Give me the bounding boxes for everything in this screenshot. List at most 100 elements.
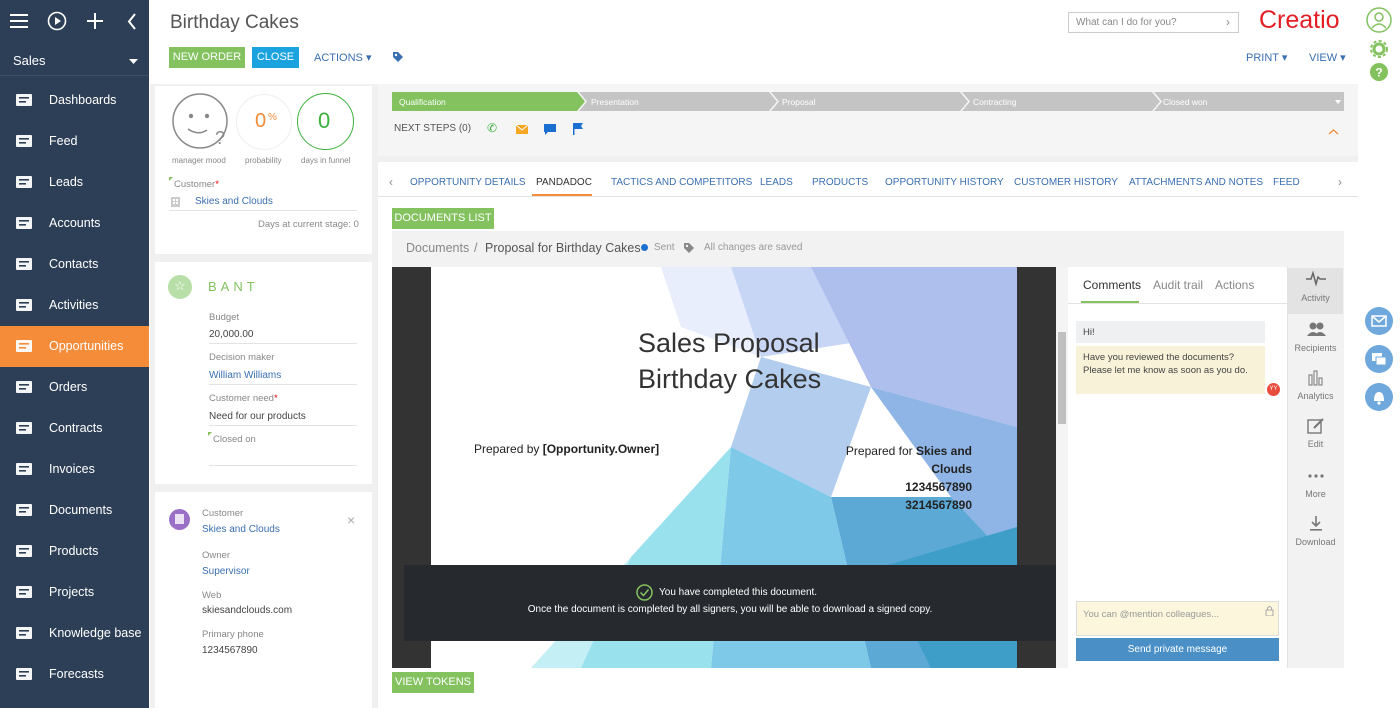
stage-contracting[interactable]: Contracting	[973, 97, 1016, 107]
collapse-icon[interactable]	[1328, 129, 1339, 135]
card-customer-link[interactable]: Skies and Clouds	[202, 524, 280, 535]
sidebar-item-label: Opportunities	[49, 339, 124, 353]
probability-gauge: 0 %	[236, 94, 292, 150]
add-icon[interactable]	[87, 13, 103, 29]
sidebar-item-label: Activities	[49, 298, 99, 312]
tab-audit-trail[interactable]: Audit trail	[1153, 278, 1203, 292]
tool-edit[interactable]: Edit	[1288, 416, 1343, 449]
completed-title: You have completed this document.	[659, 587, 818, 598]
tabs-scroll-right-icon[interactable]: ›	[1338, 175, 1342, 189]
tool-more[interactable]: More	[1288, 466, 1343, 499]
tool-activity[interactable]: Activity	[1288, 270, 1343, 303]
sidebar-item-contracts[interactable]: Contracts	[0, 408, 149, 449]
stage-qualification[interactable]: Qualification	[399, 97, 446, 107]
tool-analytics[interactable]: Analytics	[1288, 368, 1343, 401]
new-order-button[interactable]: NEW ORDER	[169, 47, 245, 68]
status-dot-icon	[641, 244, 648, 251]
user-profile-icon[interactable]	[1366, 7, 1392, 33]
tabs-scroll-left-icon[interactable]: ‹	[389, 175, 393, 189]
sidebar-item-forecasts[interactable]: Forecasts	[0, 654, 149, 695]
tab-actions[interactable]: Actions	[1215, 278, 1254, 292]
sidebar: Sales Dashboards Feed Leads Accounts Contact…	[0, 0, 149, 708]
viewer-scrollbar[interactable]	[1056, 267, 1068, 668]
print-menu[interactable]: PRINT ▾	[1246, 51, 1287, 64]
chevron-left-icon[interactable]	[127, 13, 137, 30]
chat-icon[interactable]	[1365, 345, 1393, 373]
gear-icon[interactable]	[1370, 40, 1388, 58]
lock-icon[interactable]	[1265, 605, 1274, 616]
sidebar-item-invoices[interactable]: Invoices	[0, 449, 149, 490]
tab-opportunity-history[interactable]: OPPORTUNITY HISTORY	[885, 177, 1004, 188]
sidebar-toolbar	[0, 0, 149, 44]
phone-call-icon[interactable]: ✆	[487, 121, 497, 135]
documents-list-button[interactable]: DOCUMENTS LIST	[392, 208, 494, 229]
section-selector[interactable]: Sales	[0, 46, 149, 76]
notification-bell-icon[interactable]	[1365, 383, 1393, 411]
customer-link[interactable]: Skies and Clouds	[195, 196, 273, 207]
sidebar-item-dashboards[interactable]: Dashboards	[0, 80, 149, 121]
knowledge-base-icon	[14, 624, 36, 642]
account-icon	[169, 509, 190, 530]
help-icon[interactable]: ?	[1370, 63, 1388, 81]
customer-need-field[interactable]: Need for our products	[209, 411, 357, 426]
recipients-icon	[1306, 322, 1326, 336]
actions-menu[interactable]: ACTIONS ▾	[314, 51, 371, 64]
email-icon[interactable]	[1365, 307, 1393, 335]
more-icon	[1307, 474, 1324, 478]
proposal-title: Sales Proposal Birthday Cakes	[638, 328, 822, 394]
sidebar-item-opportunities[interactable]: Opportunities	[0, 326, 149, 367]
tab-tactics-and-competitors[interactable]: TACTICS AND COMPETITORS	[611, 177, 752, 188]
sidebar-item-projects[interactable]: Projects	[0, 572, 149, 613]
tab-leads[interactable]: LEADS	[760, 177, 793, 188]
sidebar-item-products[interactable]: Products	[0, 531, 149, 572]
close-icon[interactable]: ×	[347, 512, 355, 528]
stage-closed-won[interactable]: Closed won	[1163, 97, 1207, 107]
tab-pandadoc[interactable]: PANDADOC	[536, 177, 592, 188]
sidebar-item-activities[interactable]: Activities	[0, 285, 149, 326]
tab-attachments-and-notes[interactable]: ATTACHMENTS AND NOTES	[1129, 177, 1263, 188]
budget-field[interactable]: 20,000.00	[209, 329, 357, 344]
tool-label: Activity	[1301, 293, 1330, 303]
tag-icon[interactable]	[683, 242, 695, 254]
sidebar-item-knowledge-base[interactable]: Knowledge base	[0, 613, 149, 654]
divider	[169, 210, 357, 211]
decision-maker-link[interactable]: William Williams	[209, 370, 357, 385]
breadcrumb-separator: /	[474, 241, 478, 255]
close-button[interactable]: CLOSE	[252, 47, 299, 68]
tool-recipients[interactable]: Recipients	[1288, 320, 1343, 353]
breadcrumb-documents[interactable]: Documents	[406, 241, 469, 255]
tab-feed[interactable]: FEED	[1273, 177, 1300, 188]
download-icon	[1309, 516, 1322, 531]
sidebar-item-leads[interactable]: Leads	[0, 162, 149, 203]
sidebar-item-contacts[interactable]: Contacts	[0, 244, 149, 285]
stage-presentation[interactable]: Presentation	[591, 97, 639, 107]
play-icon[interactable]	[47, 11, 67, 31]
tool-download[interactable]: Download	[1288, 514, 1343, 547]
sidebar-item-documents[interactable]: Documents	[0, 490, 149, 531]
closed-on-field[interactable]	[209, 452, 357, 466]
owner-label: Owner	[202, 550, 230, 561]
sidebar-item-orders[interactable]: Orders	[0, 367, 149, 408]
email-task-icon[interactable]	[516, 125, 528, 134]
completed-message: Once the document is completed by all si…	[527, 604, 933, 615]
manager-mood-icon[interactable]: ?	[171, 92, 231, 152]
sidebar-item-feed[interactable]: Feed	[0, 121, 149, 162]
tab-customer-history[interactable]: CUSTOMER HISTORY	[1014, 177, 1118, 188]
search-box[interactable]: What can I do for you? ›	[1068, 12, 1239, 33]
tag-icon[interactable]	[392, 51, 404, 63]
send-private-message-button[interactable]: Send private message	[1076, 638, 1279, 661]
view-tokens-button[interactable]: VIEW TOKENS	[392, 672, 474, 693]
scrollbar-thumb[interactable]	[1058, 332, 1066, 424]
tab-products[interactable]: PRODUCTS	[812, 177, 868, 188]
flag-icon[interactable]	[573, 123, 583, 135]
view-menu[interactable]: VIEW ▾	[1309, 51, 1346, 64]
stage-proposal[interactable]: Proposal	[782, 97, 816, 107]
tab-comments[interactable]: Comments	[1083, 278, 1141, 292]
tab-opportunity-details[interactable]: OPPORTUNITY DETAILS	[410, 177, 526, 188]
message-input[interactable]: You can @mention colleagues...	[1076, 601, 1279, 636]
sidebar-item-accounts[interactable]: Accounts	[0, 203, 149, 244]
owner-link[interactable]: Supervisor	[202, 566, 250, 577]
menu-icon[interactable]	[10, 14, 28, 29]
next-steps-label[interactable]: NEXT STEPS (0)	[394, 123, 471, 134]
comment-icon[interactable]	[544, 124, 556, 135]
